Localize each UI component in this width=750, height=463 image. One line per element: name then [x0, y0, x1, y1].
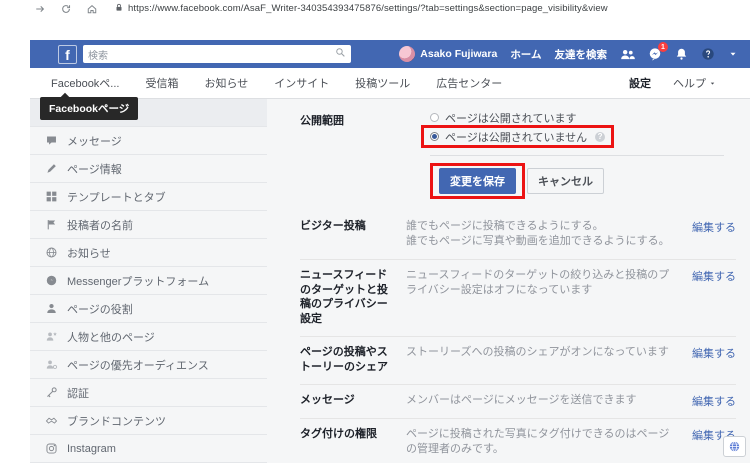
cancel-button[interactable]: キャンセル	[527, 168, 604, 194]
forward-icon[interactable]	[34, 3, 46, 15]
facebook-logo-icon[interactable]: f	[58, 44, 77, 64]
sidebar-item-messaging[interactable]: メッセージ	[30, 127, 267, 155]
page-nav-bar: Facebookペ... 受信箱 お知らせ インサイト 投稿ツール 広告センター…	[30, 68, 750, 120]
nav-tab-insights[interactable]: インサイト	[261, 75, 342, 91]
radio-unchecked-icon[interactable]	[430, 113, 439, 122]
help-icon[interactable]: ?	[595, 131, 606, 142]
sidebar-item-page-roles[interactable]: ページの役割	[30, 295, 267, 323]
nav-tab-notifications[interactable]: お知らせ	[191, 75, 261, 91]
edit-link[interactable]: 編集する	[686, 393, 736, 409]
instagram-icon	[46, 443, 57, 454]
sidebar-item-instagram[interactable]: Instagram	[30, 435, 267, 463]
radio-page-published[interactable]: ページは公開されています	[430, 110, 736, 125]
handshake-icon	[45, 417, 58, 424]
divider	[430, 155, 724, 156]
sidebar-item-post-attribution[interactable]: 投稿者の名前	[30, 211, 267, 239]
search-icon	[335, 45, 346, 63]
edit-link[interactable]: 編集する	[686, 219, 736, 250]
message-icon	[47, 136, 56, 145]
save-changes-button[interactable]: 変更を保存	[439, 168, 516, 194]
edit-link[interactable]: 編集する	[686, 345, 736, 375]
globe-icon	[46, 247, 57, 258]
sidebar-item-page-info[interactable]: ページ情報	[30, 155, 267, 183]
person-star-icon	[46, 332, 57, 341]
person-icon	[47, 303, 56, 313]
row-tagging-ability: タグ付けの権限 ページに投稿された写真にタグ付けできるのはページの管理者のみです…	[300, 417, 736, 463]
language-selector-button[interactable]	[723, 436, 746, 457]
sidebar-item-templates-tabs[interactable]: テンプレートとタブ	[30, 183, 267, 211]
browser-toolbar: https://www.facebook.com/AsaF_Writer-340…	[0, 0, 750, 17]
page-visibility-section: 公開範囲 ページは公開されています ページは公開されていません ? 変更を保存 …	[300, 110, 736, 199]
find-friends-link[interactable]: 友達を検索	[555, 47, 608, 62]
refresh-icon[interactable]	[60, 3, 72, 15]
radio-checked-icon[interactable]	[430, 132, 439, 141]
caret-down-icon	[710, 82, 715, 85]
avatar	[399, 46, 416, 62]
sidebar-item-authorizations[interactable]: 認証	[30, 379, 267, 407]
url-text: https://www.facebook.com/AsaF_Writer-340…	[128, 3, 608, 14]
annotation-red-box-radio: ページは公開されていません ?	[421, 125, 615, 148]
notifications-icon[interactable]	[675, 47, 688, 61]
search-input[interactable]: 検索	[83, 45, 351, 63]
padlock-icon	[114, 0, 124, 18]
sidebar-item-notifications[interactable]: お知らせ	[30, 239, 267, 267]
key-icon	[47, 387, 57, 398]
facebook-page-tooltip: Facebookページ	[40, 97, 139, 120]
home-icon[interactable]	[86, 3, 98, 15]
settings-rows: ビジター投稿 誰でもページに投稿できるようにする。 誰でもページに写真や動画を追…	[300, 211, 736, 463]
nav-tab-publishing-tools[interactable]: 投稿ツール	[342, 75, 423, 91]
facebook-page: f 検索 Asako Fujiwara ホーム 友達を検索 1 Facebook…	[30, 40, 750, 463]
messenger-badge: 1	[658, 42, 668, 52]
home-link[interactable]: ホーム	[510, 47, 541, 62]
messenger-button[interactable]: 1	[648, 42, 668, 61]
settings-content: 一般 メッセージ ページ情報 テンプレートとタブ 投稿者の名前 お知らせ	[30, 99, 750, 463]
nav-tab-settings[interactable]: 設定	[615, 75, 665, 91]
nav-tab-inbox[interactable]: 受信箱	[132, 75, 191, 91]
flag-icon	[47, 220, 56, 230]
grid-icon	[46, 191, 57, 202]
row-post-story-sharing: ページの投稿やストーリーのシェア ストーリーズへの投稿のシェアがオンになっていま…	[300, 336, 736, 384]
visibility-label: 公開範囲	[300, 115, 344, 127]
sidebar-item-messenger-platform[interactable]: Messengerプラットフォーム	[30, 267, 267, 295]
address-bar[interactable]: https://www.facebook.com/AsaF_Writer-340…	[114, 0, 608, 18]
friend-requests-button[interactable]	[620, 48, 635, 61]
sidebar-item-branded-content[interactable]: ブランドコンテンツ	[30, 407, 267, 435]
user-name: Asako Fujiwara	[420, 48, 498, 60]
help-icon[interactable]	[701, 47, 715, 61]
messenger-icon	[46, 275, 57, 286]
nav-tab-help[interactable]: ヘルプ	[665, 75, 724, 91]
pencil-icon	[47, 164, 56, 173]
nav-tab-page[interactable]: Facebookペ...	[38, 75, 132, 91]
globe-icon	[729, 441, 740, 452]
annotation-red-box-save: 変更を保存	[430, 163, 525, 199]
radio-page-unpublished[interactable]: ページは公開されていません ?	[430, 129, 606, 144]
edit-link[interactable]: 編集する	[686, 268, 736, 327]
profile-link[interactable]: Asako Fujiwara	[399, 46, 497, 62]
sidebar-item-people-other-pages[interactable]: 人物と他のページ	[30, 323, 267, 351]
row-news-feed-targeting: ニュースフィードのターゲットと投稿のプライバシー設定 ニュースフィードのターゲッ…	[300, 258, 736, 336]
settings-sidebar: 一般 メッセージ ページ情報 テンプレートとタブ 投稿者の名前 お知らせ	[30, 99, 267, 463]
row-visitor-posts: ビジター投稿 誰でもページに投稿できるようにする。 誰でもページに写真や動画を追…	[300, 211, 736, 259]
row-messages: メッセージ メンバーはページにメッセージを送信できます 編集する	[300, 383, 736, 418]
sidebar-item-preferred-audience[interactable]: ページの優先オーディエンス	[30, 351, 267, 379]
settings-main: 公開範囲 ページは公開されています ページは公開されていません ? 変更を保存 …	[267, 99, 750, 463]
facebook-header: f 検索 Asako Fujiwara ホーム 友達を検索 1	[30, 40, 750, 68]
caret-down-icon[interactable]	[728, 49, 738, 59]
nav-tab-ad-center[interactable]: 広告センター	[423, 75, 515, 91]
search-placeholder: 検索	[88, 50, 108, 62]
audience-icon	[46, 360, 58, 370]
